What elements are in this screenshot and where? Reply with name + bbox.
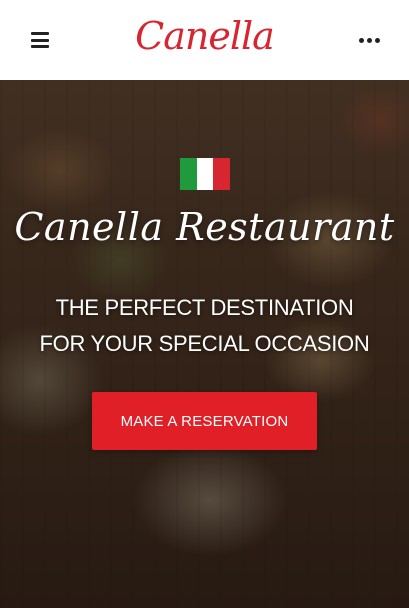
hero-section: Canella Restaurant THE PERFECT DESTINATI… — [0, 80, 409, 608]
site-logo[interactable]: Canella — [135, 10, 275, 62]
italian-flag-icon — [180, 158, 231, 190]
menu-bar — [31, 32, 49, 35]
flag-green-stripe — [180, 158, 197, 190]
menu-bar — [31, 38, 49, 42]
flag-red-stripe — [213, 158, 231, 190]
make-reservation-button[interactable]: MAKE A RESERVATION — [92, 392, 317, 450]
hero-title: Canella Restaurant — [14, 205, 395, 249]
more-options-icon[interactable] — [359, 37, 380, 43]
page: Canella Canella Restaurant THE PERFECT D… — [0, 0, 409, 608]
site-header: Canella — [0, 0, 409, 80]
flag-white-stripe — [196, 158, 214, 190]
dot — [359, 37, 364, 43]
dot — [375, 37, 380, 43]
hero-subtitle: THE PERFECT DESTINATION FOR YOUR SPECIAL… — [39, 295, 370, 356]
menu-bar — [31, 45, 49, 48]
dot — [367, 37, 372, 43]
hamburger-menu-icon[interactable] — [31, 32, 49, 48]
